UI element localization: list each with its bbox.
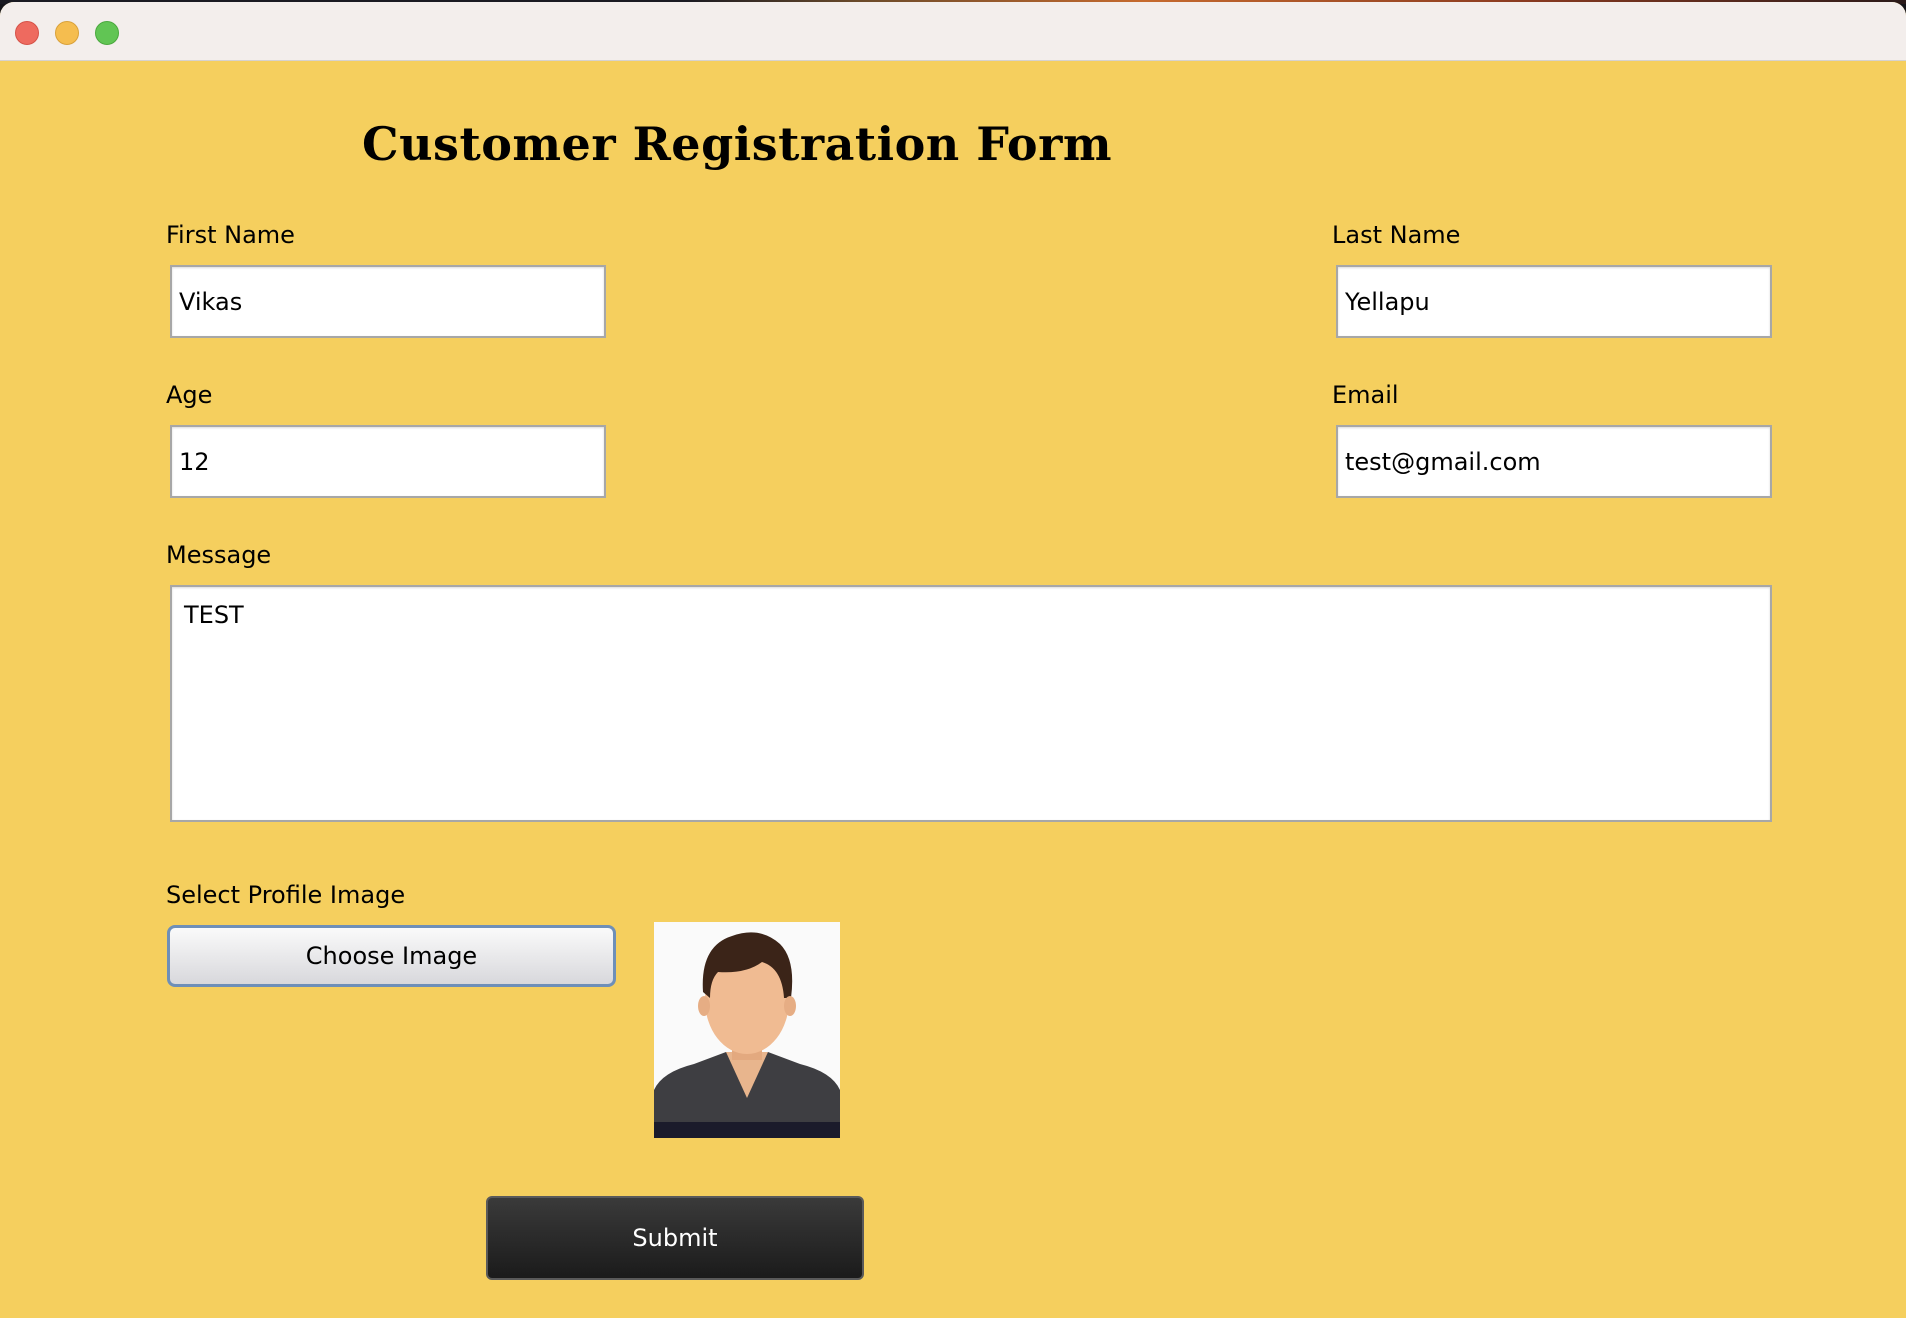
window-titlebar xyxy=(0,2,1906,61)
submit-button[interactable]: Submit xyxy=(486,1196,864,1280)
profile-image-preview xyxy=(654,922,840,1138)
age-label: Age xyxy=(166,381,213,409)
choose-image-button[interactable]: Choose Image xyxy=(167,925,616,987)
first-name-field[interactable] xyxy=(170,265,606,338)
form-title: Customer Registration Form xyxy=(362,117,1112,171)
last-name-label: Last Name xyxy=(1332,221,1461,249)
last-name-field[interactable] xyxy=(1336,265,1772,338)
message-label: Message xyxy=(166,541,272,569)
form-panel: Customer Registration Form First Name La… xyxy=(0,61,1906,1318)
zoom-icon[interactable] xyxy=(95,21,119,45)
app-window: Customer Registration Form First Name La… xyxy=(0,2,1906,1318)
message-textarea[interactable]: TEST xyxy=(170,585,1772,822)
age-field[interactable] xyxy=(170,425,606,498)
first-name-label: First Name xyxy=(166,221,295,249)
email-field[interactable] xyxy=(1336,425,1772,498)
minimize-icon[interactable] xyxy=(55,21,79,45)
close-icon[interactable] xyxy=(15,21,39,45)
avatar-person-icon xyxy=(654,922,840,1138)
profile-image-label: Select Profile Image xyxy=(166,881,406,909)
email-label: Email xyxy=(1332,381,1399,409)
